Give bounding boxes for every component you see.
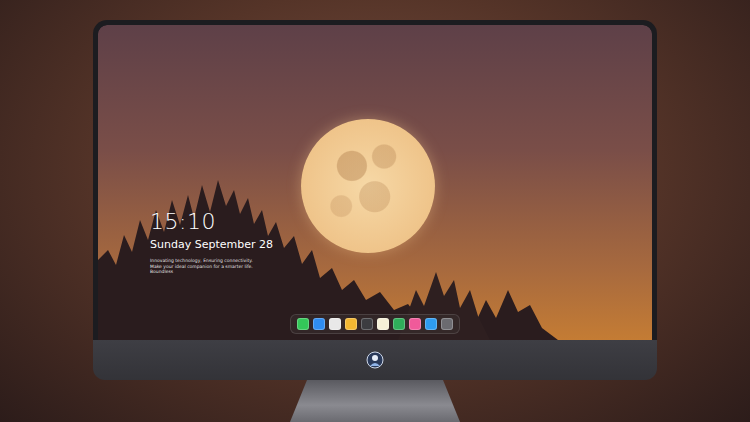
dock-app-icon[interactable] xyxy=(409,318,421,330)
monitor-bezel: 15:10 Sunday September 28 Innovating techn… xyxy=(93,20,657,340)
dock xyxy=(290,314,460,334)
dock-app-icon[interactable] xyxy=(393,318,405,330)
dock-app-icon[interactable] xyxy=(329,318,341,330)
monitor-chin xyxy=(93,340,657,380)
monitor: 15:10 Sunday September 28 Innovating techn… xyxy=(93,20,657,422)
brand-logo-icon xyxy=(366,351,384,369)
clock-time: 15:10 xyxy=(150,209,216,235)
clock-date: Sunday September 28 xyxy=(150,238,273,252)
desktop-background: 15:10 Sunday September 28 Innovating techn… xyxy=(0,0,750,422)
monitor-stand xyxy=(290,380,460,422)
lock-clock: 15:10 Sunday September 28 Innovating techn… xyxy=(150,209,652,275)
dock-app-icon[interactable] xyxy=(441,318,453,330)
dock-app-icon[interactable] xyxy=(313,318,325,330)
moon xyxy=(301,119,435,253)
tagline: Innovating technology, Ensuring connecti… xyxy=(150,258,262,275)
dock-app-icon[interactable] xyxy=(345,318,357,330)
dock-app-icon[interactable] xyxy=(297,318,309,330)
dock-app-icon[interactable] xyxy=(361,318,373,330)
dock-app-icon[interactable] xyxy=(377,318,389,330)
dock-app-icon[interactable] xyxy=(425,318,437,330)
wallpaper: 15:10 Sunday September 28 Innovating techn… xyxy=(98,25,652,340)
